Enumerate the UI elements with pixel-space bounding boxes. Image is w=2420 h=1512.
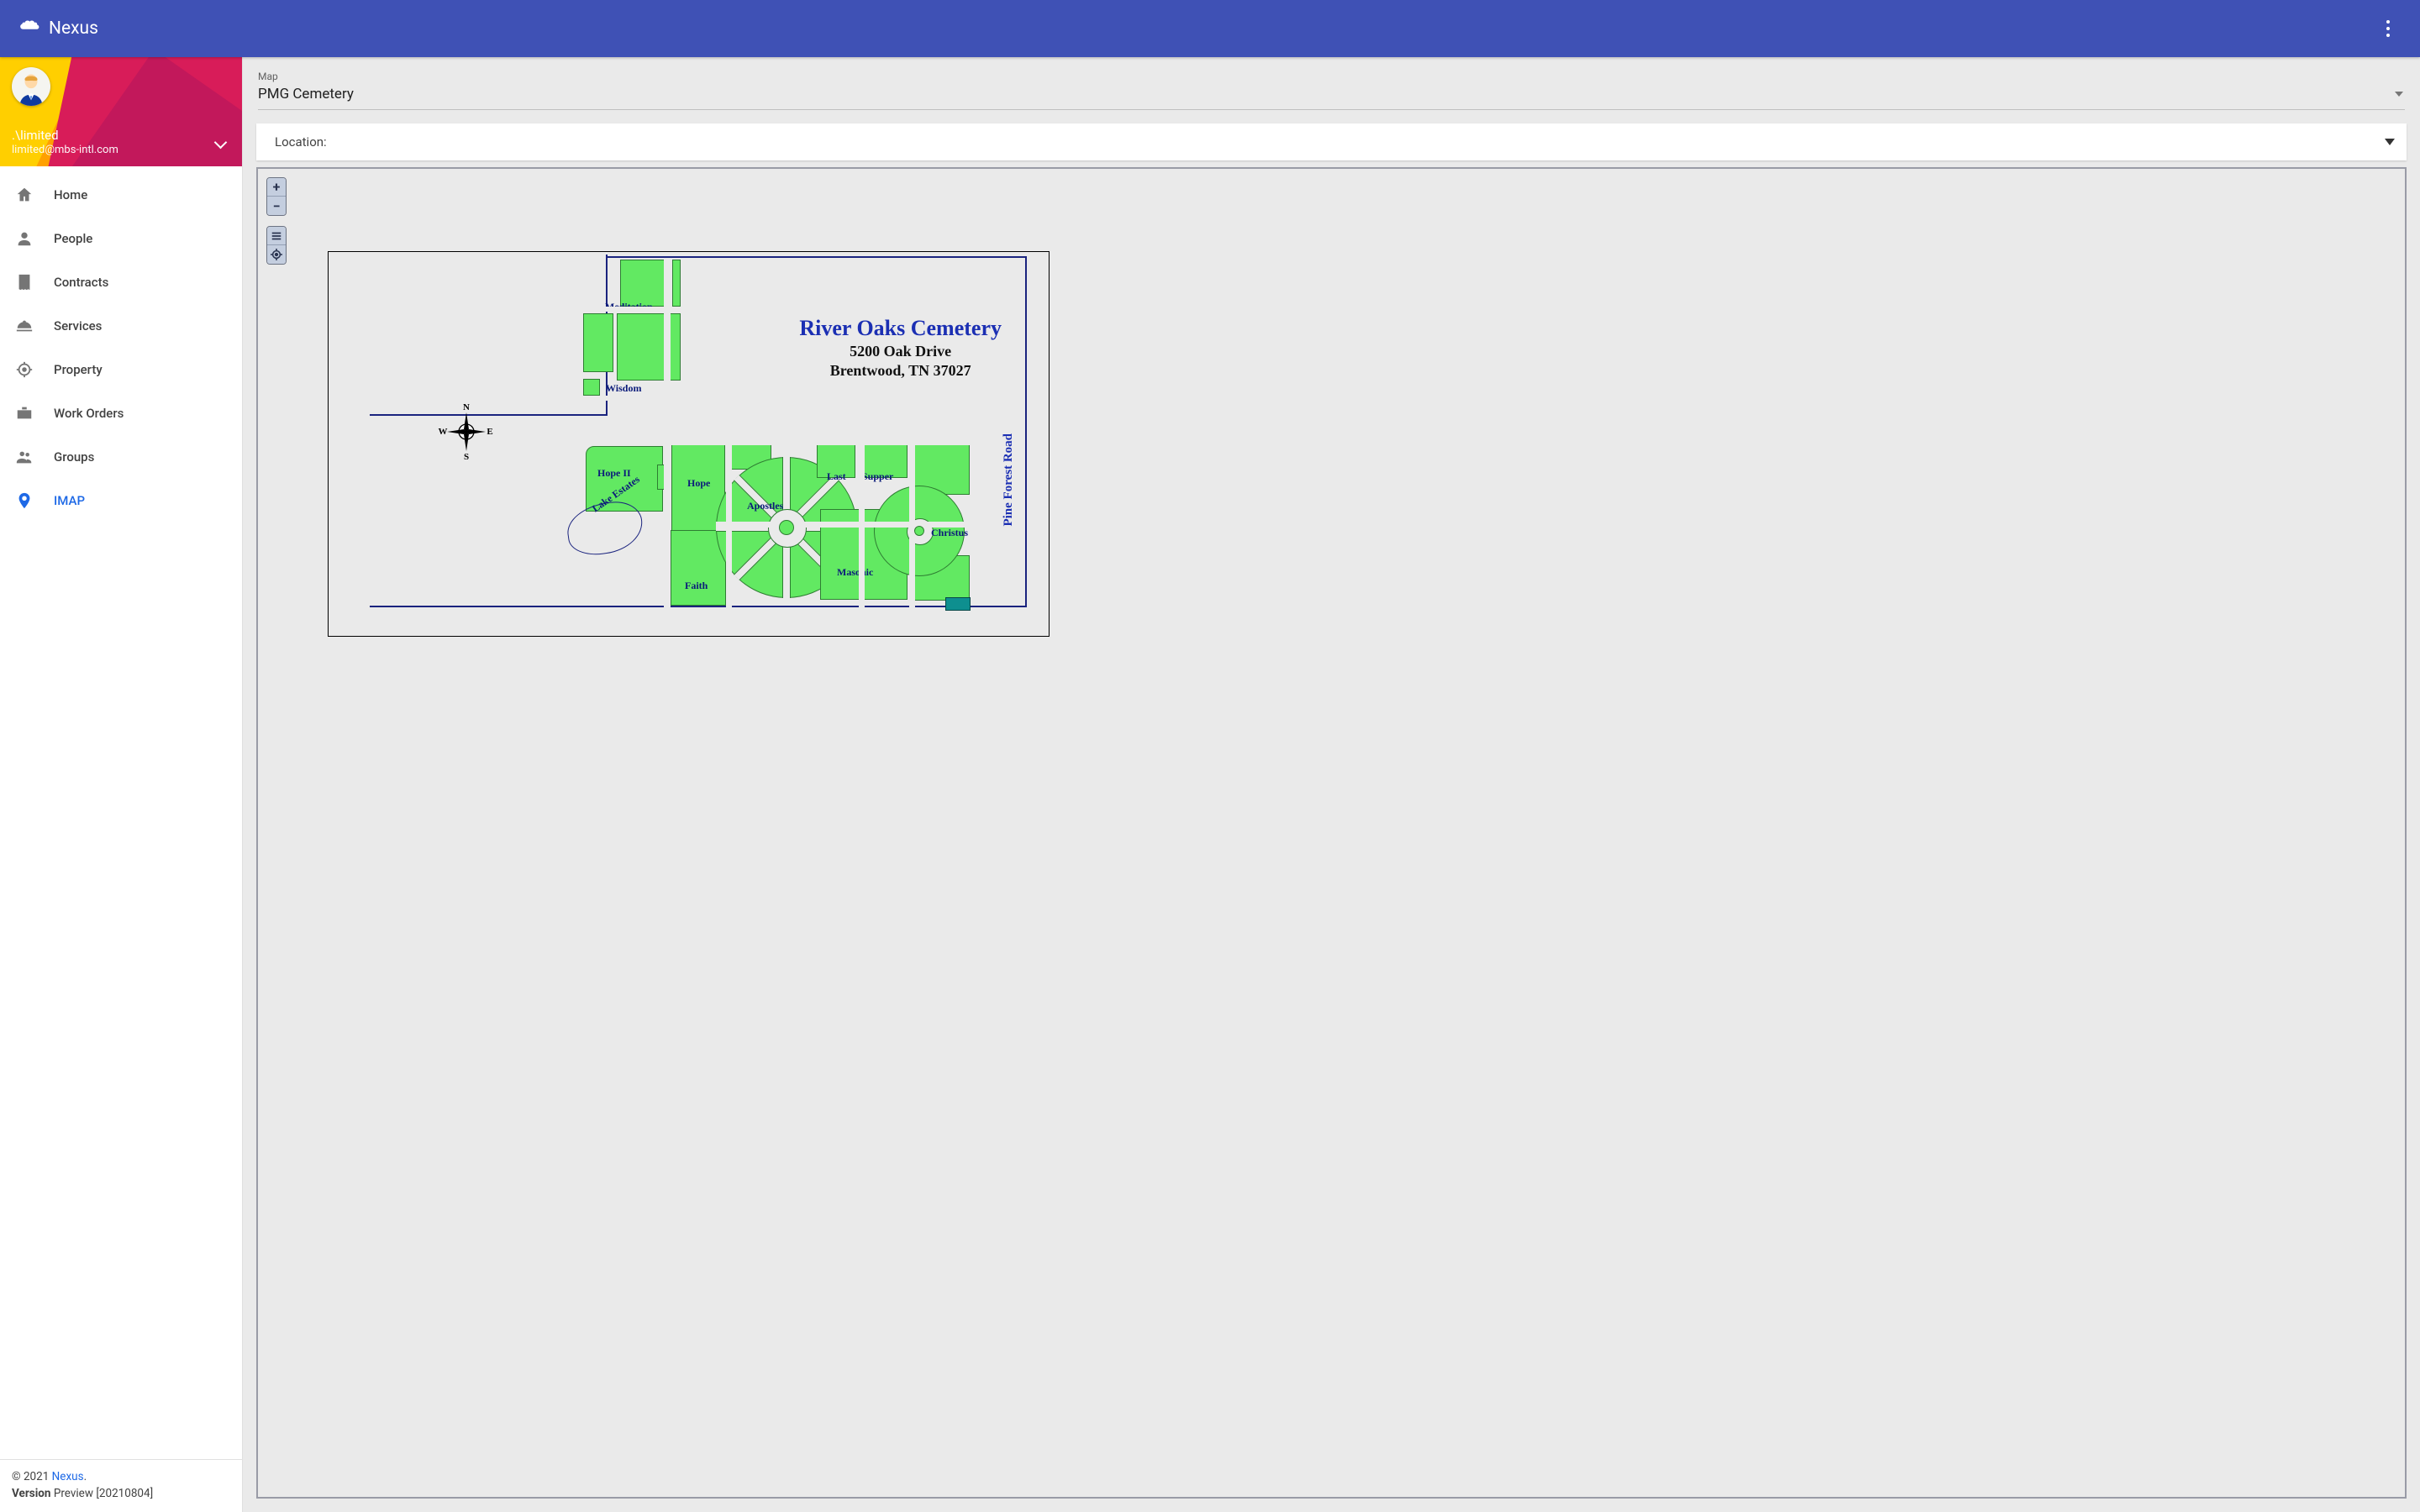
section-wisdom[interactable]: [583, 313, 613, 372]
user-name: .\limited: [12, 128, 208, 143]
sidebar-footer: © 2021 Nexus. Version Preview [20210804]: [0, 1459, 242, 1512]
dropdown-icon: [2385, 139, 2395, 145]
sidebar-item-label: Groups: [54, 449, 94, 465]
sidebar-item-label: People: [54, 231, 92, 246]
section-wisdom[interactable]: [617, 313, 681, 381]
crosshair-icon: [271, 249, 282, 260]
locate-button[interactable]: [267, 245, 286, 264]
version-label: Version: [12, 1487, 50, 1500]
cemetery-address-1: 5200 Oak Drive: [799, 343, 1002, 360]
app-bar: Nexus: [0, 0, 2420, 57]
section-label-masonic: Masonic: [837, 566, 873, 579]
avatar[interactable]: [12, 67, 50, 106]
section-label-hope-ii: Hope II: [597, 467, 631, 480]
sidebar-item-label: Services: [54, 318, 102, 333]
sidebar-item-people[interactable]: People: [0, 217, 242, 260]
sidebar-item-services[interactable]: Services: [0, 304, 242, 348]
section-label-wisdom: Wisdom: [606, 382, 641, 395]
sidebar-item-work-orders[interactable]: Work Orders: [0, 391, 242, 435]
copyright-prefix: © 2021: [12, 1470, 52, 1483]
user-menu-toggle[interactable]: [212, 133, 230, 155]
dropdown-icon: [2395, 92, 2403, 97]
sidebar-item-groups[interactable]: Groups: [0, 435, 242, 479]
brand-title: Nexus: [49, 18, 98, 39]
sidebar-item-label: Contracts: [54, 275, 108, 290]
map-title-block: River Oaks Cemetery 5200 Oak Drive Brent…: [799, 316, 1002, 380]
more-menu-button[interactable]: [2371, 12, 2405, 45]
sidebar-item-property[interactable]: Property: [0, 348, 242, 391]
layers-button[interactable]: [267, 227, 286, 245]
zoom-in-button[interactable]: +: [267, 178, 286, 197]
location-label: Location:: [275, 134, 327, 150]
section-wisdom[interactable]: [583, 379, 600, 396]
section-label-christus: Christus: [931, 527, 968, 539]
group-icon: [15, 448, 34, 466]
location-icon: [15, 491, 34, 510]
home-icon: [15, 186, 34, 204]
map-select-value: PMG Cemetery: [258, 86, 354, 102]
sidebar-nav: Home People Contracts Services Property …: [0, 166, 242, 1459]
sidebar: .\limited limited@mbs-intl.com Home Peop…: [0, 57, 243, 1512]
map-controls: + −: [266, 177, 287, 265]
section-label-hope: Hope: [687, 477, 710, 490]
location-bar[interactable]: Location:: [256, 123, 2407, 160]
room-service-icon: [15, 317, 34, 335]
section-meditation[interactable]: [620, 260, 669, 307]
sidebar-item-label: Property: [54, 362, 103, 377]
compass-n: N: [463, 402, 470, 412]
user-card: .\limited limited@mbs-intl.com: [0, 57, 242, 166]
sidebar-item-home[interactable]: Home: [0, 173, 242, 217]
brand-icon: [18, 15, 40, 42]
more-vert-icon: [2386, 27, 2390, 30]
compass-icon: N E S W: [437, 402, 496, 465]
map-select-dropdown[interactable]: PMG Cemetery: [258, 84, 2405, 110]
avatar-icon: [14, 72, 48, 106]
section-label-faith: Faith: [685, 580, 708, 592]
chevron-down-icon: [212, 133, 230, 151]
section-meditation[interactable]: [672, 260, 681, 307]
receipt-icon: [15, 273, 34, 291]
section-label-last: Last: [827, 470, 846, 483]
briefcase-icon: [15, 404, 34, 423]
sidebar-item-label: Work Orders: [54, 406, 124, 421]
section-label-apostles: Apostles: [747, 500, 783, 512]
street-label: Pine Forest Road: [1002, 433, 1016, 527]
copyright-suffix: .: [84, 1470, 87, 1483]
sidebar-item-contracts[interactable]: Contracts: [0, 260, 242, 304]
list-icon: [271, 230, 282, 242]
user-email: limited@mbs-intl.com: [12, 144, 208, 156]
compass-e: E: [487, 427, 492, 437]
compass-w: W: [439, 427, 448, 437]
section-label-supper: Supper: [862, 470, 893, 483]
cemetery-canvas: Meditation Wisdom Hope II Hope Lake Esta…: [329, 253, 1048, 635]
sidebar-item-label: IMAP: [54, 493, 85, 508]
sidebar-item-imap[interactable]: IMAP: [0, 479, 242, 522]
person-icon: [15, 229, 34, 248]
brand[interactable]: Nexus: [18, 15, 98, 42]
map-viewport[interactable]: + −: [256, 167, 2407, 1499]
building: [945, 597, 971, 611]
compass-s: S: [464, 452, 469, 461]
cemetery-title: River Oaks Cemetery: [799, 316, 1002, 341]
target-icon: [15, 360, 34, 379]
map-select-label: Map: [258, 71, 2405, 82]
cemetery-address-2: Brentwood, TN 37027: [799, 362, 1002, 380]
map-select: Map PMG Cemetery: [256, 67, 2407, 115]
sidebar-item-label: Home: [54, 187, 87, 202]
main: Map PMG Cemetery Location: + −: [243, 57, 2420, 1512]
version-value: Preview [20210804]: [50, 1487, 153, 1500]
zoom-out-button[interactable]: −: [267, 197, 286, 215]
footer-brand-link[interactable]: Nexus: [52, 1470, 84, 1483]
